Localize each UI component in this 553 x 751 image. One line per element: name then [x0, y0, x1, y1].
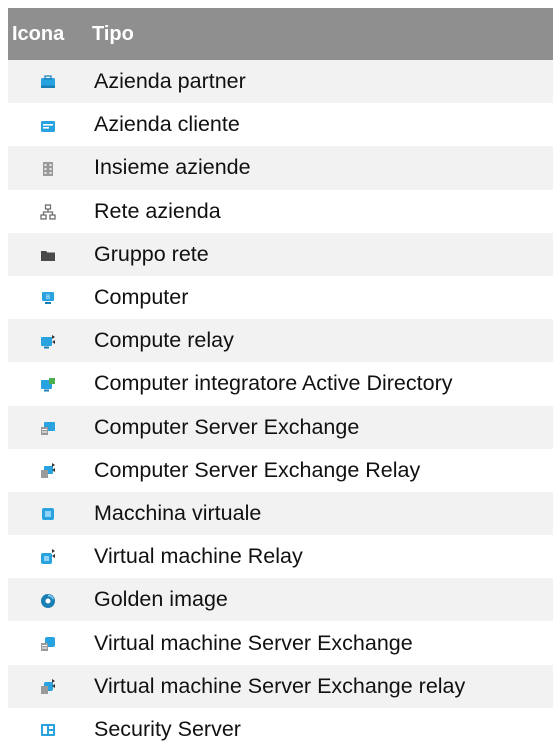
svg-text:B: B: [46, 295, 50, 301]
table-row: Azienda cliente: [8, 103, 553, 147]
virtual-machine-icon: [39, 505, 57, 523]
icon-type-table: Icona Tipo Azienda partner Azienda clien…: [8, 8, 553, 751]
table-row: Computer Server Exchange: [8, 405, 553, 449]
table-row: Gruppo rete: [8, 232, 553, 276]
table-row: Virtual machine Server Exchange relay: [8, 664, 553, 708]
company-network-icon: [39, 203, 57, 221]
row-label: Computer Server Exchange Relay: [88, 448, 553, 492]
network-group-folder-icon: [39, 246, 57, 264]
icon-type-table-container: Icona Tipo Azienda partner Azienda clien…: [8, 8, 553, 751]
row-label: Gruppo rete: [88, 232, 553, 276]
table-row: Rete azienda: [8, 189, 553, 233]
row-label: Azienda cliente: [88, 103, 553, 147]
table-row: Insieme aziende: [8, 146, 553, 190]
table-row: Compute relay: [8, 319, 553, 363]
exchange-server-computer-icon: [39, 419, 57, 437]
row-label: Azienda partner: [88, 60, 553, 104]
computer-icon: B: [39, 289, 57, 307]
exchange-server-relay-icon: [39, 462, 57, 480]
row-label: Computer Server Exchange: [88, 405, 553, 449]
row-label: Virtual machine Relay: [88, 535, 553, 579]
companies-group-icon: [39, 160, 57, 178]
row-label: Virtual machine Server Exchange: [88, 621, 553, 665]
row-label: Insieme aziende: [88, 146, 553, 190]
security-server-icon: [39, 721, 57, 739]
row-label: Macchina virtuale: [88, 491, 553, 536]
virtual-machine-exchange-icon: [39, 635, 57, 653]
table-row: Macchina virtuale: [8, 491, 553, 536]
table-row: Computer integratore Active Directory: [8, 362, 553, 406]
header-type: Tipo: [88, 8, 553, 60]
active-directory-integrator-icon: [39, 376, 57, 394]
row-label: Compute relay: [88, 319, 553, 363]
row-label: Security Server: [88, 707, 553, 751]
table-row: Azienda partner: [8, 60, 553, 104]
row-label: Virtual machine Server Exchange relay: [88, 664, 553, 708]
row-label: Computer integratore Active Directory: [88, 362, 553, 406]
computer-relay-icon: [39, 333, 57, 351]
table-row: Computer Server Exchange Relay: [8, 448, 553, 492]
table-row: Virtual machine Server Exchange: [8, 621, 553, 665]
table-header-row: Icona Tipo: [8, 8, 553, 60]
table-row: Virtual machine Relay: [8, 535, 553, 579]
customer-company-icon: [39, 117, 57, 135]
row-label: Computer: [88, 275, 553, 320]
header-icon: Icona: [8, 8, 88, 60]
partner-company-icon: [39, 73, 57, 91]
table-row: Security Server: [8, 707, 553, 751]
row-label: Rete azienda: [88, 189, 553, 233]
row-label: Golden image: [88, 578, 553, 622]
golden-image-icon: [39, 592, 57, 610]
virtual-machine-relay-icon: [39, 548, 57, 566]
virtual-machine-exchange-relay-icon: [39, 678, 57, 696]
table-row: B Computer: [8, 275, 553, 320]
table-row: Golden image: [8, 578, 553, 622]
